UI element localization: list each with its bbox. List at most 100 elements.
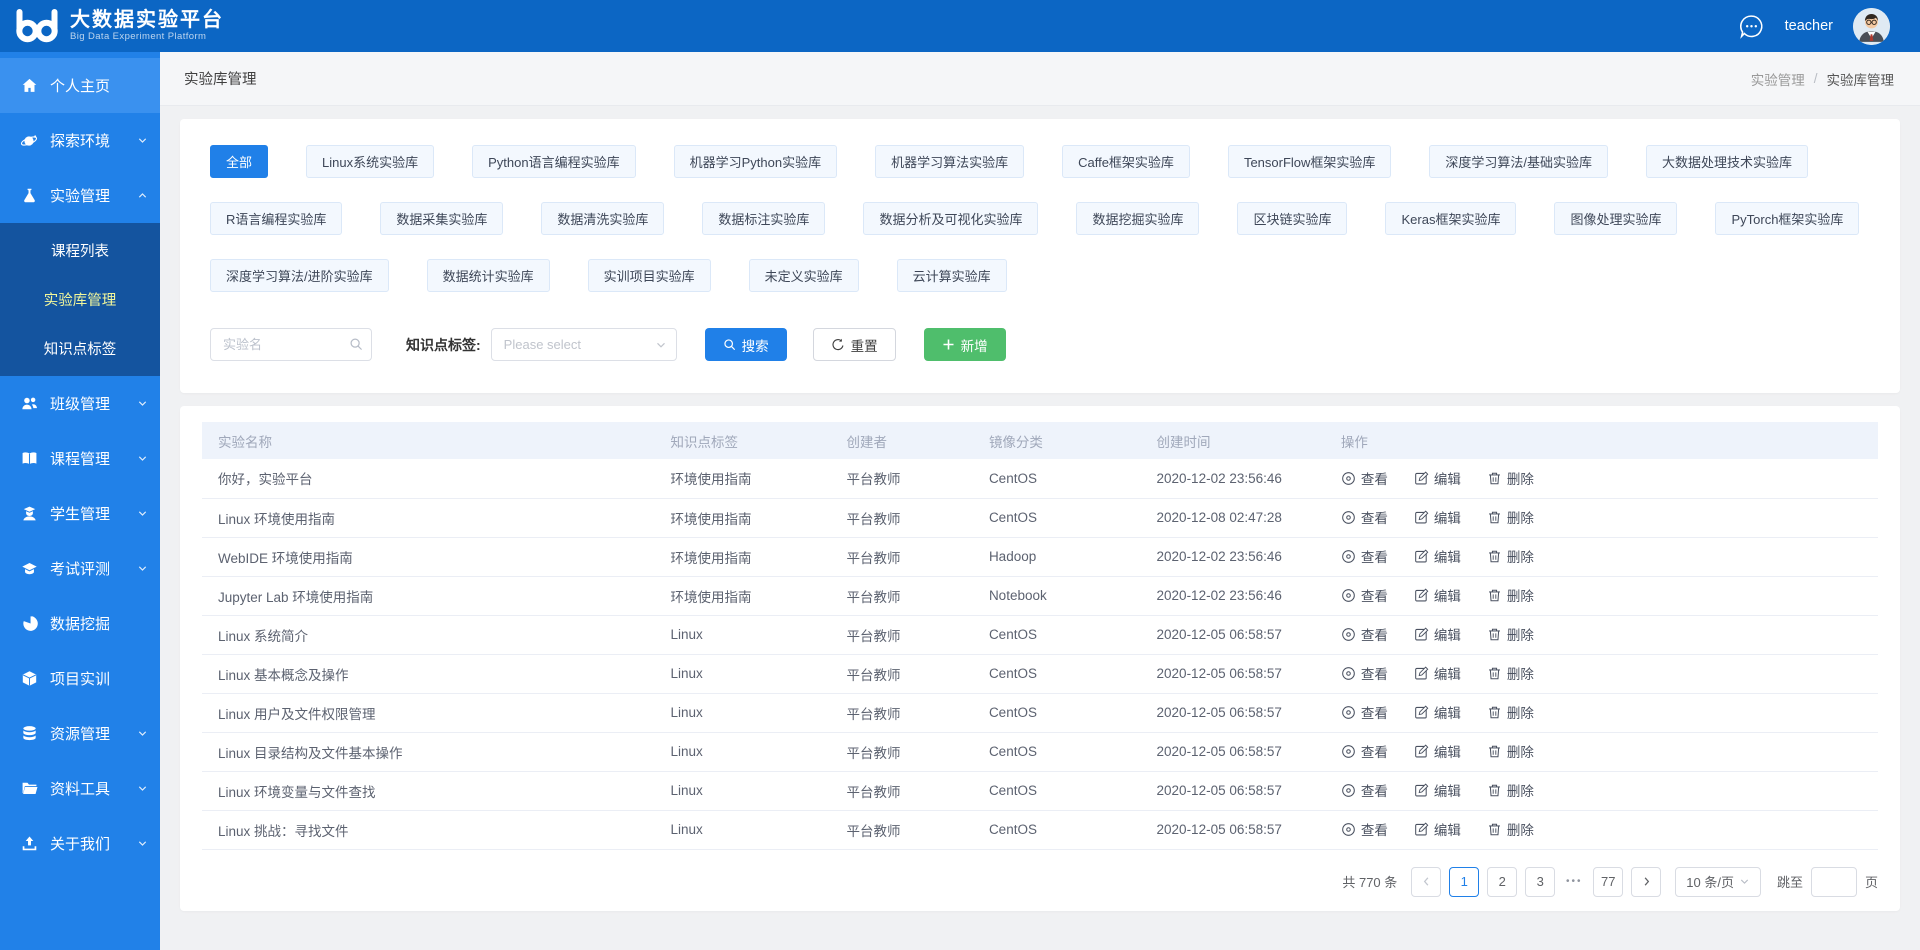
filter-tag[interactable]: 数据采集实验库 xyxy=(380,202,503,235)
filter-tag[interactable]: 机器学习Python实验库 xyxy=(674,145,837,178)
experiment-name-input[interactable] xyxy=(210,328,372,361)
page-button-2[interactable]: 2 xyxy=(1487,867,1517,897)
view-button[interactable]: 查看 xyxy=(1341,507,1388,527)
page-button-77[interactable]: 77 xyxy=(1593,867,1623,897)
edit-icon xyxy=(1414,666,1429,681)
chevron-down-icon xyxy=(137,453,148,464)
delete-button[interactable]: 删除 xyxy=(1487,780,1534,800)
sidebar-item-resource[interactable]: 资源管理 xyxy=(0,706,160,761)
sidebar-item-exam[interactable]: 考试评测 xyxy=(0,541,160,596)
next-page-button[interactable] xyxy=(1631,867,1661,897)
edit-button[interactable]: 编辑 xyxy=(1414,546,1461,566)
sidebar-subitem[interactable]: 实验库管理 xyxy=(0,275,160,324)
delete-button[interactable]: 删除 xyxy=(1487,741,1534,761)
brand[interactable]: 大数据实验平台 Big Data Experiment Platform xyxy=(14,8,224,44)
sidebar-subitem[interactable]: 知识点标签 xyxy=(0,324,160,373)
sidebar: 个人主页探索环境实验管理课程列表实验库管理知识点标签班级管理课程管理学生管理考试… xyxy=(0,52,160,950)
page-button-1[interactable]: 1 xyxy=(1449,867,1479,897)
delete-button[interactable]: 删除 xyxy=(1487,546,1534,566)
view-button[interactable]: 查看 xyxy=(1341,819,1388,839)
trash-icon xyxy=(1487,510,1502,525)
view-button[interactable]: 查看 xyxy=(1341,585,1388,605)
cell-image: CentOS xyxy=(973,615,1141,654)
sidebar-item-project[interactable]: 项目实训 xyxy=(0,651,160,706)
filter-tag[interactable]: 数据统计实验库 xyxy=(427,259,550,292)
avatar[interactable] xyxy=(1853,8,1890,45)
filter-tag[interactable]: 深度学习算法/进阶实验库 xyxy=(210,259,389,292)
edit-button[interactable]: 编辑 xyxy=(1414,819,1461,839)
sidebar-item-experiment[interactable]: 实验管理 xyxy=(0,168,160,223)
filter-tag[interactable]: 数据清洗实验库 xyxy=(541,202,664,235)
filter-tag[interactable]: 实训项目实验库 xyxy=(588,259,711,292)
filter-tag[interactable]: Python语言编程实验库 xyxy=(472,145,635,178)
sidebar-item-tools[interactable]: 资料工具 xyxy=(0,761,160,816)
breadcrumb-parent[interactable]: 实验管理 xyxy=(1751,69,1805,89)
add-button[interactable]: 新增 xyxy=(924,328,1006,361)
edit-button[interactable]: 编辑 xyxy=(1414,624,1461,644)
edit-button[interactable]: 编辑 xyxy=(1414,507,1461,527)
filter-tag[interactable]: PyTorch框架实验库 xyxy=(1715,202,1859,235)
username[interactable]: teacher xyxy=(1785,18,1833,34)
tag-select[interactable]: Please select xyxy=(491,328,677,361)
view-button[interactable]: 查看 xyxy=(1341,780,1388,800)
view-button[interactable]: 查看 xyxy=(1341,663,1388,683)
sidebar-item-course[interactable]: 课程管理 xyxy=(0,431,160,486)
sidebar-item-explore[interactable]: 探索环境 xyxy=(0,113,160,168)
filter-tag[interactable]: 数据挖掘实验库 xyxy=(1076,202,1199,235)
sidebar-item-student[interactable]: 学生管理 xyxy=(0,486,160,541)
app-title: 大数据实验平台 xyxy=(70,9,224,32)
view-button[interactable]: 查看 xyxy=(1341,624,1388,644)
delete-button[interactable]: 删除 xyxy=(1487,702,1534,722)
sidebar-item-about[interactable]: 关于我们 xyxy=(0,816,160,871)
chevron-up-icon xyxy=(137,190,148,201)
filter-tag[interactable]: Linux系统实验库 xyxy=(306,145,434,178)
edit-button[interactable]: 编辑 xyxy=(1414,780,1461,800)
filter-tag[interactable]: 未定义实验库 xyxy=(749,259,859,292)
delete-button[interactable]: 删除 xyxy=(1487,624,1534,644)
delete-button[interactable]: 删除 xyxy=(1487,663,1534,683)
filter-tag[interactable]: Keras框架实验库 xyxy=(1385,202,1516,235)
cell-tag: Linux xyxy=(655,810,831,849)
delete-button[interactable]: 删除 xyxy=(1487,585,1534,605)
view-button[interactable]: 查看 xyxy=(1341,468,1388,488)
filter-tag[interactable]: 云计算实验库 xyxy=(897,259,1007,292)
page-button-3[interactable]: 3 xyxy=(1525,867,1555,897)
view-button[interactable]: 查看 xyxy=(1341,741,1388,761)
edit-button[interactable]: 编辑 xyxy=(1414,702,1461,722)
cell-actions: 查看 编辑 删除 xyxy=(1325,771,1878,810)
filter-tag[interactable]: 深度学习算法/基础实验库 xyxy=(1429,145,1608,178)
filter-tag[interactable]: R语言编程实验库 xyxy=(210,202,342,235)
view-button[interactable]: 查看 xyxy=(1341,546,1388,566)
edit-button[interactable]: 编辑 xyxy=(1414,585,1461,605)
filter-tag[interactable]: 图像处理实验库 xyxy=(1554,202,1677,235)
sidebar-subitem[interactable]: 课程列表 xyxy=(0,226,160,275)
filter-tag[interactable]: Caffe框架实验库 xyxy=(1062,145,1190,178)
edit-button[interactable]: 编辑 xyxy=(1414,741,1461,761)
page-size-select[interactable]: 10 条/页 xyxy=(1675,867,1761,897)
filter-tag[interactable]: 机器学习算法实验库 xyxy=(875,145,1024,178)
search-button[interactable]: 搜索 xyxy=(705,328,787,361)
reset-button[interactable]: 重置 xyxy=(813,328,896,361)
jump-page-input[interactable] xyxy=(1811,867,1857,897)
delete-button[interactable]: 删除 xyxy=(1487,507,1534,527)
view-button[interactable]: 查看 xyxy=(1341,702,1388,722)
cell-image: CentOS xyxy=(973,498,1141,537)
edit-button[interactable]: 编辑 xyxy=(1414,468,1461,488)
sidebar-item-data-mining[interactable]: 数据挖掘 xyxy=(0,596,160,651)
filter-tag[interactable]: TensorFlow框架实验库 xyxy=(1228,145,1391,178)
filter-tag[interactable]: 数据分析及可视化实验库 xyxy=(863,202,1038,235)
edit-button[interactable]: 编辑 xyxy=(1414,663,1461,683)
filter-tag[interactable]: 大数据处理技术实验库 xyxy=(1646,145,1808,178)
delete-button[interactable]: 删除 xyxy=(1487,468,1534,488)
filter-tag[interactable]: 数据标注实验库 xyxy=(702,202,825,235)
filter-tag[interactable]: 区块链实验库 xyxy=(1237,202,1347,235)
delete-button[interactable]: 删除 xyxy=(1487,819,1534,839)
chevron-down-icon xyxy=(137,508,148,519)
page-ellipsis[interactable]: ••• xyxy=(1563,876,1585,887)
message-icon[interactable] xyxy=(1738,13,1765,40)
filter-tag[interactable]: 全部 xyxy=(210,145,268,178)
sidebar-item-home[interactable]: 个人主页 xyxy=(0,58,160,113)
prev-page-button[interactable] xyxy=(1411,867,1441,897)
cell-actions: 查看 编辑 删除 xyxy=(1325,498,1878,537)
sidebar-item-class[interactable]: 班级管理 xyxy=(0,376,160,431)
